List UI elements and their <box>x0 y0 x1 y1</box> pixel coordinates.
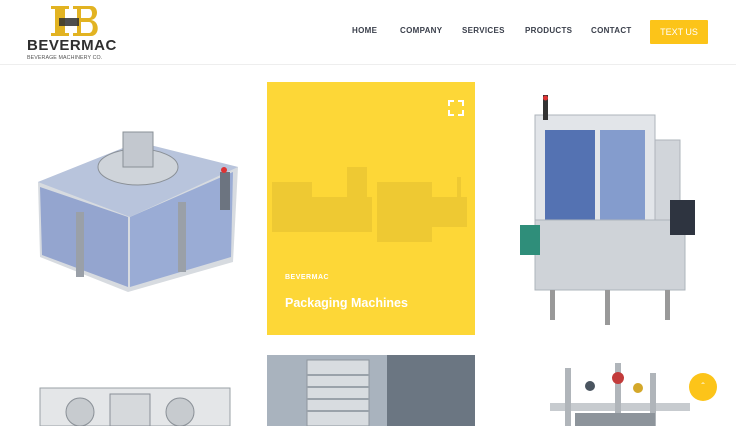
scroll-to-top-button[interactable]: ˆ <box>689 373 717 401</box>
logo-monogram-icon <box>51 6 98 36</box>
chevron-up-icon: ˆ <box>701 381 705 393</box>
product-card-filler[interactable] <box>28 92 248 302</box>
logo[interactable]: BEVERMAC BEVERAGE MACHINERY CO. <box>27 4 117 62</box>
nav-services[interactable]: SERVICES <box>462 26 505 35</box>
filler-machine-image <box>38 131 238 292</box>
logo-brand: BEVERMAC <box>27 37 117 54</box>
labeler-machine-image <box>520 95 695 325</box>
expand-icon[interactable] <box>448 100 464 116</box>
card-title[interactable]: Packaging Machines <box>285 296 408 310</box>
nav-contact[interactable]: CONTACT <box>591 26 632 35</box>
product-card-pasteurizer[interactable] <box>30 378 240 426</box>
piping-system-image <box>550 363 690 426</box>
tank-image <box>267 355 475 426</box>
site-header: BEVERMAC BEVERAGE MACHINERY CO. HOME COM… <box>0 0 736 65</box>
nav-products[interactable]: PRODUCTS <box>525 26 572 35</box>
product-card-piping[interactable] <box>520 358 705 426</box>
card-brand: BEVERMAC <box>285 274 330 281</box>
nav-home[interactable]: HOME <box>352 26 377 35</box>
pasteurizer-image <box>39 387 231 426</box>
logo-tagline: BEVERAGE MACHINERY CO. <box>27 55 103 61</box>
product-card-tank[interactable] <box>267 355 475 426</box>
product-card-labeler[interactable] <box>505 90 710 335</box>
nav-company[interactable]: COMPANY <box>400 26 442 35</box>
text-us-button[interactable]: TEXT US <box>650 20 708 44</box>
